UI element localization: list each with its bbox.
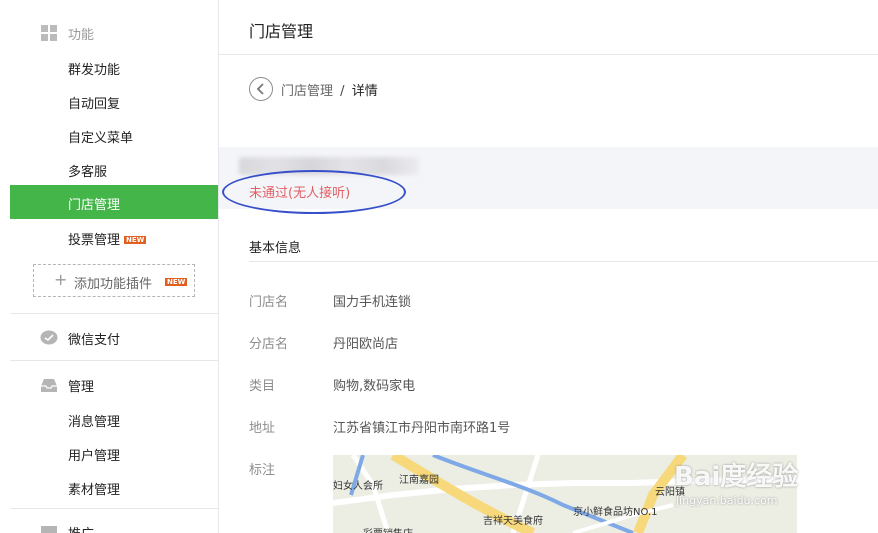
sidebar-item-store-management[interactable]: 门店管理 — [10, 185, 218, 219]
field-label-store-name: 门店名 — [249, 295, 289, 310]
sidebar-item-label: 自动回复 — [68, 97, 121, 112]
watermark-url: jingyan.baidu.com — [676, 494, 778, 507]
baidu-watermark: Bai度经验 jingyan.baidu.com — [670, 452, 870, 522]
sidebar-group-wechat-pay[interactable]: 微信支付 — [0, 324, 219, 352]
field-value-category: 购物,数码家电 — [333, 379, 416, 394]
status-panel: 未通过(无人接听) — [219, 147, 878, 214]
add-plugin-button[interactable]: + 添加功能插件 NEW — [33, 264, 195, 297]
breadcrumb-separator: / — [340, 84, 345, 99]
field-label-address: 地址 — [249, 421, 276, 436]
sidebar-item-user-management[interactable]: 用户管理 — [10, 436, 218, 470]
sidebar-item-label: 多客服 — [68, 165, 108, 180]
grid-icon — [41, 25, 57, 41]
sidebar-item-material-management[interactable]: 素材管理 — [10, 470, 218, 504]
new-badge: NEW — [124, 236, 147, 244]
add-plugin-label: 添加功能插件 — [74, 277, 153, 292]
sidebar-item-label: 消息管理 — [68, 415, 121, 430]
sidebar-item-label: 素材管理 — [68, 483, 121, 498]
map-label: 妇女人会所 — [333, 481, 383, 492]
field-value-branch-name: 丹阳欧尚店 — [333, 337, 399, 352]
sidebar-group-title: 管理 — [68, 380, 95, 395]
field-value-address: 江苏省镇江市丹阳市南环路1号 — [333, 421, 511, 436]
sidebar-divider — [10, 508, 219, 509]
sidebar-divider — [10, 313, 219, 314]
sidebar-group-title: 功能 — [68, 28, 95, 43]
chevron-left-icon — [256, 83, 264, 95]
sidebar-item-customer-service[interactable]: 多客服 — [10, 152, 218, 186]
sidebar-item-vote-management[interactable]: 投票管理 NEW — [10, 220, 218, 254]
inbox-icon — [41, 379, 57, 392]
sidebar-item-label: 群发功能 — [68, 63, 121, 78]
sidebar-item-label: 门店管理 — [68, 198, 121, 213]
sidebar-group-title: 推广 — [68, 523, 94, 533]
vote-label: 投票管理 — [68, 233, 121, 248]
map-label: 江南嘉园 — [399, 475, 439, 486]
watermark-brand: Bai度经验 — [674, 462, 799, 492]
sidebar-divider — [10, 360, 219, 361]
breadcrumb: 门店管理 / 详情 — [281, 80, 378, 99]
promote-icon — [41, 526, 57, 533]
plus-icon: + — [54, 270, 68, 289]
sidebar-item-label: 投票管理 NEW — [68, 229, 147, 248]
page-title: 门店管理 — [249, 22, 314, 41]
map-label: 彩票销售店 — [363, 525, 413, 533]
new-badge: NEW — [165, 278, 188, 286]
sidebar-item-auto-reply[interactable]: 自动回复 — [10, 84, 218, 118]
field-label-map-marker: 标注 — [249, 463, 276, 478]
breadcrumb-parent[interactable]: 门店管理 — [281, 84, 333, 99]
field-label-category: 类目 — [249, 379, 276, 394]
sidebar-group-function: 功能 — [0, 19, 219, 47]
section-title: 基本信息 — [249, 241, 302, 256]
sidebar-group-manage: 管理 — [0, 371, 219, 399]
sidebar-group-promote: 推广 — [0, 518, 219, 533]
field-label-branch-name: 分店名 — [249, 337, 289, 352]
back-button[interactable] — [249, 77, 273, 101]
sidebar-group-title: 微信支付 — [68, 333, 121, 348]
title-divider — [219, 54, 878, 55]
breadcrumb-current: 详情 — [351, 84, 378, 99]
sidebar: 功能 群发功能 自动回复 自定义菜单 多客服 门店管理 投票管理 NEW + 添加… — [0, 0, 219, 533]
annotation-ellipse — [222, 170, 406, 214]
map-label: 吉祥天美食府 — [483, 516, 543, 527]
section-divider — [249, 261, 878, 262]
wechat-pay-icon — [40, 330, 58, 345]
sidebar-item-custom-menu[interactable]: 自定义菜单 — [10, 118, 218, 152]
sidebar-item-mass-send[interactable]: 群发功能 — [10, 50, 218, 84]
sidebar-item-message-management[interactable]: 消息管理 — [10, 402, 218, 436]
field-value-store-name: 国力手机连锁 — [333, 295, 412, 310]
sidebar-item-label: 自定义菜单 — [68, 131, 134, 146]
sidebar-item-label: 用户管理 — [68, 449, 121, 464]
map-label: 京小鲜食品坊NO.1 — [573, 507, 658, 518]
